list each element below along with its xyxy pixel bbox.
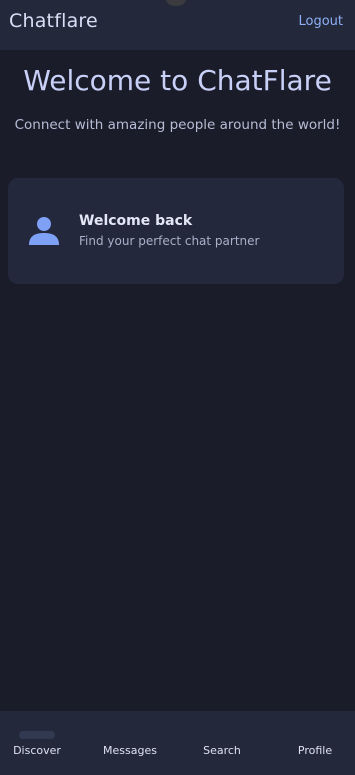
welcome-card: Welcome back Find your perfect chat part…	[8, 178, 344, 284]
nav-item-messages[interactable]: Messages	[93, 744, 167, 757]
app-title: Chatflare	[9, 10, 98, 32]
welcome-card-subtitle: Find your perfect chat partner	[79, 234, 260, 248]
bottom-nav: Discover Messages Search Profile	[0, 711, 355, 775]
nav-selected-indicator	[19, 731, 55, 739]
nav-item-profile[interactable]: Profile	[278, 744, 352, 757]
logout-button[interactable]: Logout	[298, 14, 343, 29]
camera-notch	[165, 0, 187, 6]
welcome-card-title: Welcome back	[79, 213, 193, 229]
page-subtitle: Connect with amazing people around the w…	[14, 117, 341, 133]
nav-item-discover[interactable]: Discover	[0, 744, 74, 757]
page-title: Welcome to ChatFlare	[23, 64, 332, 97]
person-icon	[29, 217, 59, 245]
nav-item-search[interactable]: Search	[185, 744, 259, 757]
app-bar: Chatflare Logout	[0, 0, 355, 50]
